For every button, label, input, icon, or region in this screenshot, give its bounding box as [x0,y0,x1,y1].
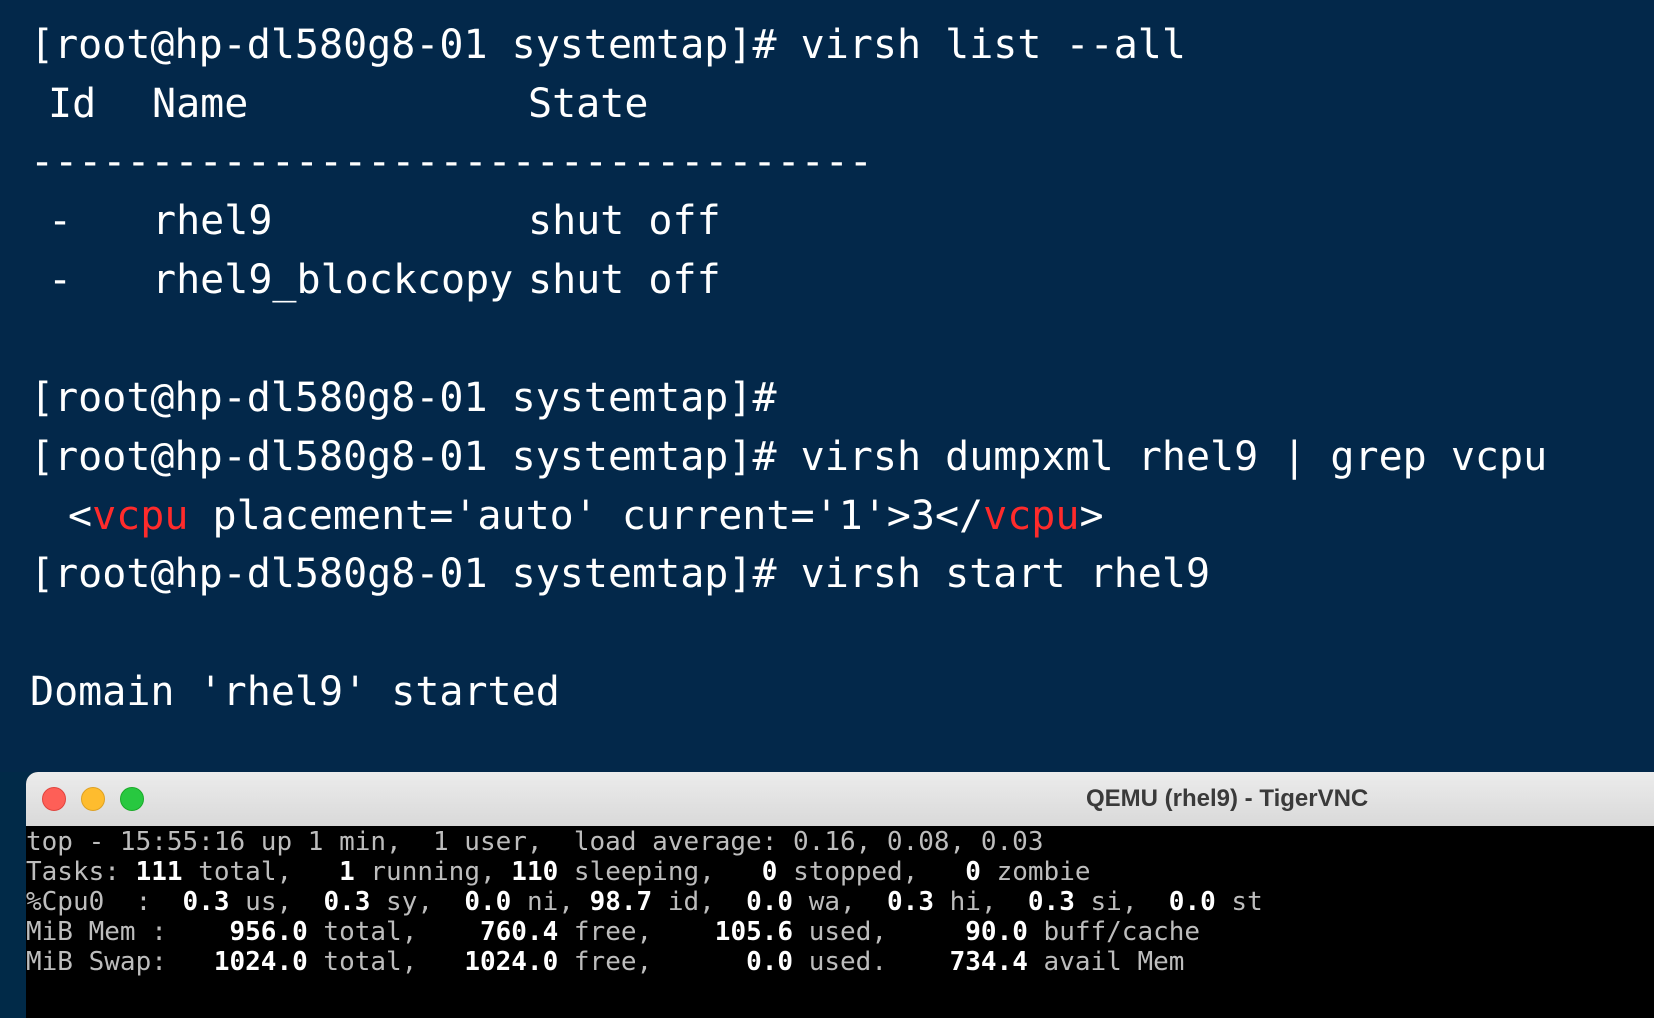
label: %Cpu0 : [26,887,183,917]
command-line: [root@hp-dl580g8-01 systemtap]# virsh du… [30,434,1548,480]
label: MiB Mem : [26,917,230,947]
value: 0.3 [887,887,934,917]
xml-gt: > [1079,493,1104,539]
top-swap-line: MiB Swap: 1024.0 total, 1024.0 free, 0.0… [26,946,1184,978]
vm-console[interactable]: top - 15:55:16 up 1 min, 1 user, load av… [26,826,1654,1018]
label: sy, [370,887,465,917]
label: used, [793,917,966,947]
value: 734.4 [949,947,1028,977]
label: running, [354,857,512,887]
value: 0.0 [746,887,794,917]
vnc-window[interactable]: QEMU (rhel9) - TigerVNC top - 15:55:16 u… [26,772,1654,1018]
label: ni, [511,887,590,917]
value: 1024.0 [464,947,559,977]
value: 0 [761,857,778,887]
label: Tasks: [26,857,136,887]
label: total, [182,857,340,887]
label: us, [229,887,324,917]
value: 90.0 [965,917,1028,947]
value: 956.0 [229,917,308,947]
xml-lt: < [68,493,93,539]
xml-attrs: placement='auto' current='1'>3</ [188,493,984,539]
label: free, [558,917,715,947]
row-id: - [48,198,73,244]
table-header-id: Id [48,81,97,127]
value: 105.6 [714,917,794,947]
label: MiB Swap: [26,947,214,977]
value: 0.0 [464,887,512,917]
label: buff/cache [1027,917,1201,947]
label: id, [652,887,747,917]
value: 98.7 [589,887,653,917]
table-header-state: State [528,81,649,127]
value: 0.0 [1168,887,1216,917]
row-id: - [48,257,73,303]
window-titlebar[interactable]: QEMU (rhel9) - TigerVNC [26,772,1654,827]
top-summary-line: top - 15:55:16 up 1 min, 1 user, load av… [26,827,1044,857]
top-mem-line: MiB Mem : 956.0 total, 760.4 free, 105.6… [26,916,1200,948]
label: hi, [933,887,1028,917]
value: 110 [511,857,559,887]
label: st [1215,887,1263,917]
row-state: shut off [528,198,721,244]
zoom-button[interactable] [120,787,144,811]
value: 0.3 [1027,887,1075,917]
table-separator: ----------------------------------- [30,139,873,185]
value: 0 [965,857,981,887]
table-header-name: Name [152,81,249,127]
xml-tag-highlight: vcpu [983,493,1080,539]
value: 0.0 [746,947,794,977]
command-line: [root@hp-dl580g8-01 systemtap]# virsh st… [30,551,1211,597]
command-line: [root@hp-dl580g8-01 systemtap]# [30,375,777,421]
value: 0.3 [323,887,371,917]
value: 1024.0 [213,947,308,977]
xml-output-line: <vcpu placement='auto' current='1'>3</vc… [68,485,1104,547]
label: total, [307,947,465,977]
row-state: shut off [528,257,721,303]
label: si, [1074,887,1169,917]
top-tasks-line: Tasks: 111 total, 1 running, 110 sleepin… [26,856,1091,888]
terminal-output[interactable]: [root@hp-dl580g8-01 systemtap]# virsh li… [0,0,1654,772]
command-line: [root@hp-dl580g8-01 systemtap]# virsh li… [30,22,1186,68]
label: zombie [980,857,1091,887]
label: total, [307,917,480,947]
top-cpu-line: %Cpu0 : 0.3 us, 0.3 sy, 0.0 ni, 98.7 id,… [26,886,1263,918]
label: sleeping, [558,857,762,887]
xml-tag-highlight: vcpu [92,493,189,539]
label: used. [793,947,950,977]
label: avail Mem [1027,947,1185,977]
value: 1 [339,857,355,887]
value: 760.4 [479,917,559,947]
value: 111 [135,857,183,887]
window-title: QEMU (rhel9) - TigerVNC [1086,785,1369,812]
label: wa, [793,887,888,917]
row-name: rhel9 [152,198,273,244]
row-name: rhel9_blockcopy [152,257,514,303]
value: 0.3 [182,887,230,917]
label: free, [558,947,747,977]
label: stopped, [777,857,966,887]
command-result: Domain 'rhel9' started [30,669,560,715]
minimize-button[interactable] [81,787,105,811]
close-button[interactable] [42,787,66,811]
